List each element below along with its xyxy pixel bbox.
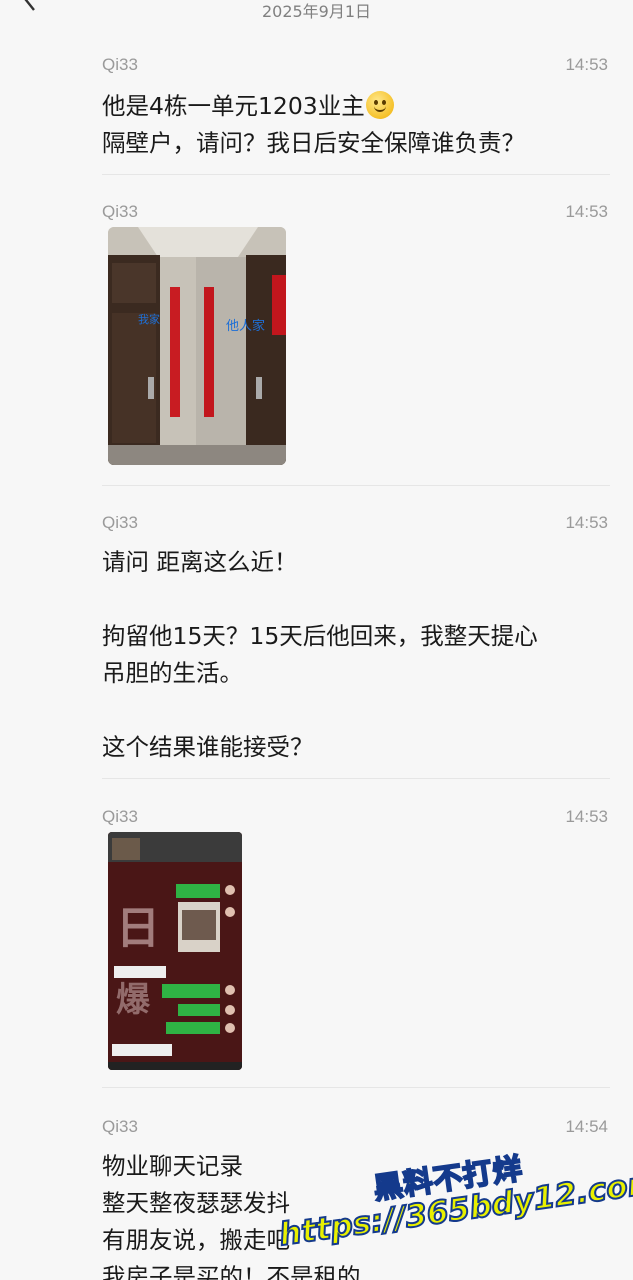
message-time: 14:54 xyxy=(565,1117,608,1136)
image-overlay-text: 爆 xyxy=(116,980,150,1020)
message-text: 有朋友说，搬走吧 xyxy=(102,1226,290,1254)
message-time: 14:53 xyxy=(565,202,608,221)
message-text: 他是4栋一单元1203业主 xyxy=(102,87,394,121)
message-time: 14:53 xyxy=(565,807,608,826)
message-text: 隔壁户，请问？我日后安全保障谁负责？ xyxy=(102,129,525,157)
smiley-emoji-icon xyxy=(365,91,394,119)
divider xyxy=(102,1087,610,1088)
message-5: Qi33 14:54 物业聊天记录 整天整夜瑟瑟发抖 有朋友说，搬走吧 我房子是… xyxy=(102,1117,610,1280)
image-overlay-text: 日 xyxy=(116,903,160,954)
divider xyxy=(102,778,610,779)
divider xyxy=(102,485,610,486)
message-text: 这个结果谁能接受？ xyxy=(102,733,314,761)
message-time: 14:53 xyxy=(565,55,608,74)
chat-screenshot-image[interactable]: 日 爆 xyxy=(108,832,242,1070)
photo-label: 我家 xyxy=(138,313,160,326)
sender-name: Qi33 xyxy=(102,1117,138,1136)
hallway-photo[interactable]: 我家 他人家 xyxy=(108,227,286,465)
message-text: 整天整夜瑟瑟发抖 xyxy=(102,1189,290,1217)
sender-name: Qi33 xyxy=(102,202,138,221)
sender-name: Qi33 xyxy=(102,513,138,532)
date-header: 2025年9月1日 xyxy=(261,2,372,21)
message-text: 我房子是买的！不是租的 xyxy=(102,1263,361,1280)
message-text: 请问 距离这么近！ xyxy=(102,548,298,576)
sender-name: Qi33 xyxy=(102,55,138,74)
message-3: Qi33 14:53 请问 距离这么近！ 拘留他15天？15天后他回来，我整天提… xyxy=(102,513,610,781)
sender-name: Qi33 xyxy=(102,807,138,826)
message-time: 14:53 xyxy=(565,513,608,532)
divider xyxy=(102,174,610,175)
message-text: 物业聊天记录 xyxy=(102,1152,243,1180)
message-1: Qi33 14:53 他是4栋一单元1203业主 隔壁户，请问？我日后安全保障谁… xyxy=(102,55,610,177)
photo-label: 他人家 xyxy=(226,319,266,334)
message-text: 拘留他15天？15天后他回来，我整天提心 xyxy=(102,622,538,650)
message-text: 吊胆的生活。 xyxy=(102,659,243,687)
